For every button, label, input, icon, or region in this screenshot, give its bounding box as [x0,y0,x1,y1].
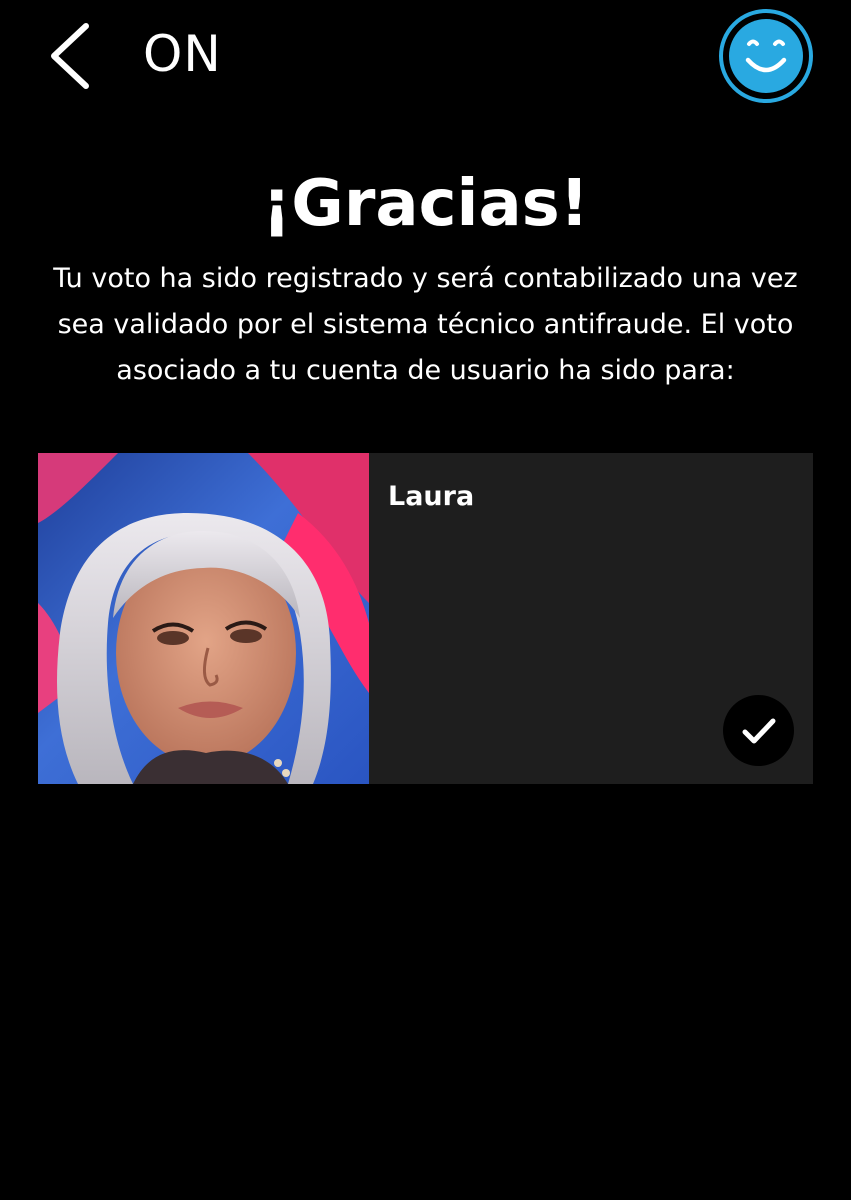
voted-candidate-card: Laura [38,453,813,784]
app-logo: ON [143,25,222,83]
vote-selected-badge [723,695,794,766]
back-button[interactable] [40,18,100,94]
thank-you-title: ¡Gracias! [262,167,589,241]
top-bar: ON [0,0,851,110]
profile-button[interactable] [718,8,814,104]
chevron-left-icon [51,23,89,89]
vote-confirmation-message: Tu voto ha sido registrado y será contab… [53,263,798,386]
smiley-face-icon [719,9,813,103]
checkmark-icon [742,718,776,744]
candidate-name: Laura [388,481,475,512]
candidate-photo [38,453,369,784]
